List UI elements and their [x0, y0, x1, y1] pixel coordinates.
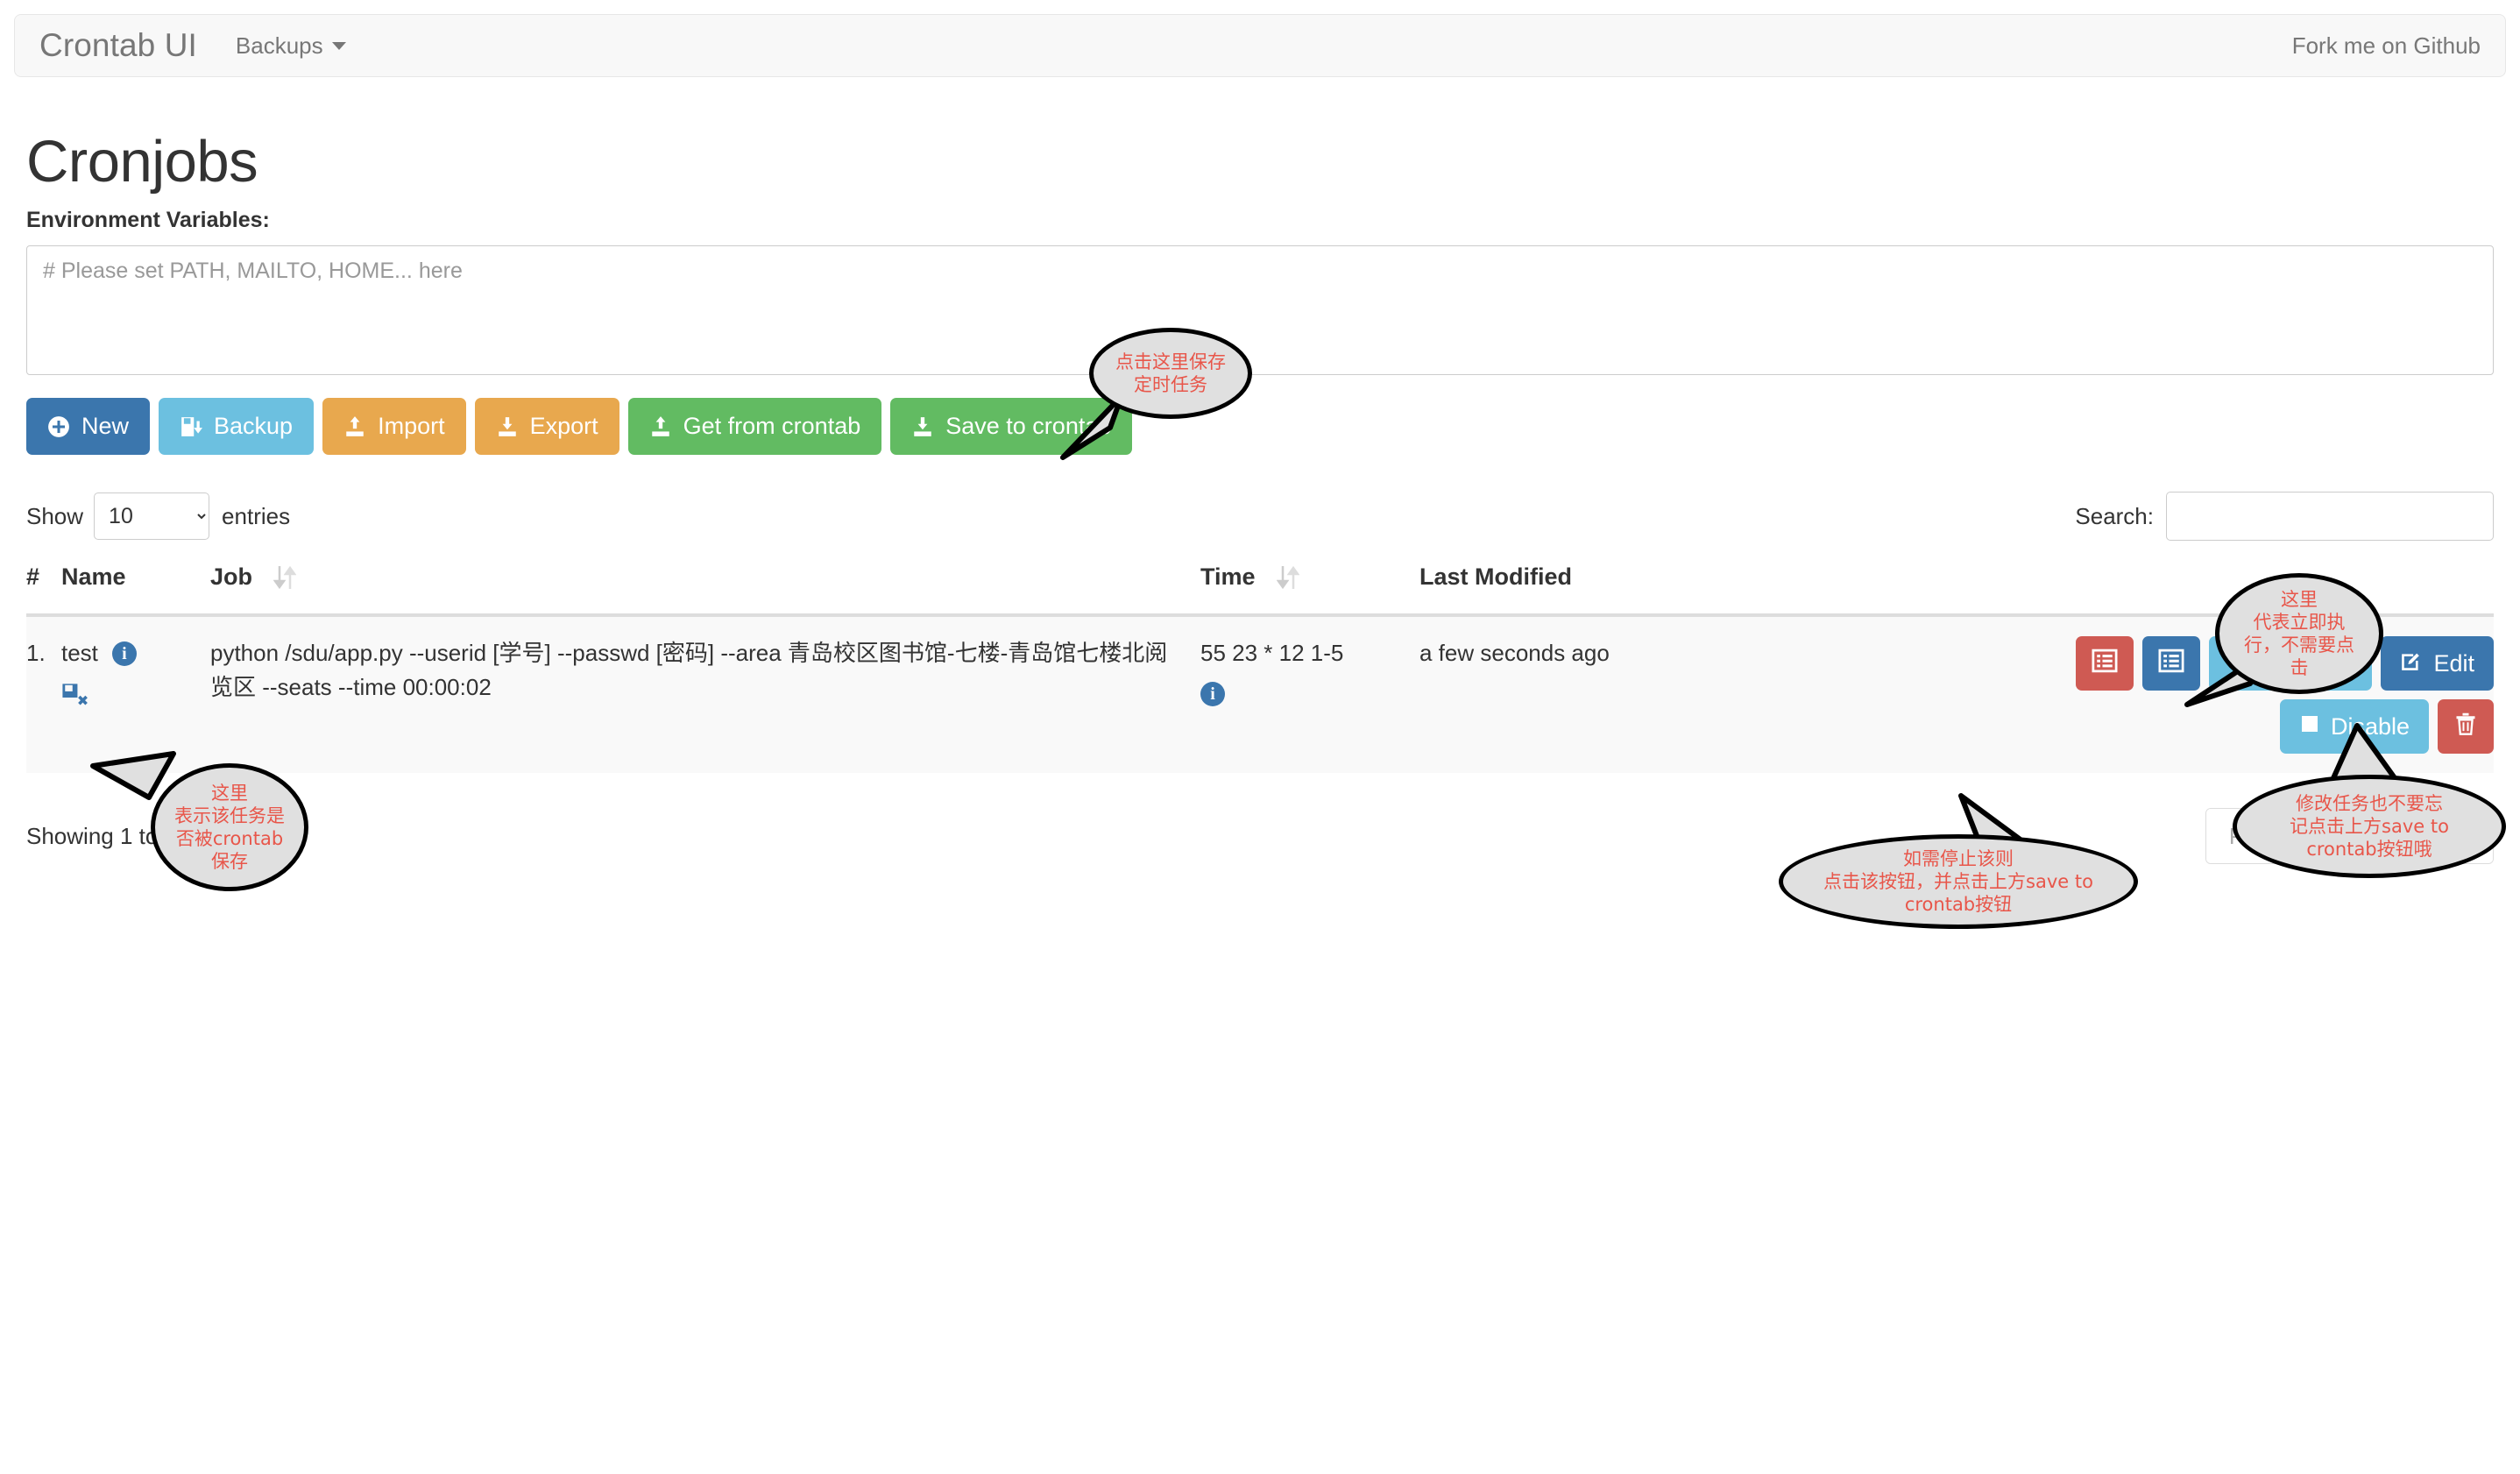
environment-variables-label: Environment Variables:	[26, 208, 2494, 233]
toolbar: New Backup Import Export Get from cronta	[26, 398, 2494, 455]
table-controls: Show 10 entries Search:	[26, 492, 2494, 541]
download-icon	[911, 415, 934, 438]
column-header-job[interactable]: Job	[210, 563, 1200, 615]
table-head: # Name Job Time Last Modifi	[26, 563, 2494, 615]
delete-button[interactable]	[2438, 699, 2494, 754]
import-button[interactable]: Import	[322, 398, 466, 455]
column-header-job-label: Job	[210, 563, 252, 591]
column-header-name: Name	[61, 563, 210, 615]
edit-button[interactable]: Edit	[2381, 636, 2494, 691]
search-input[interactable]	[2166, 492, 2494, 541]
column-header-actions	[1787, 563, 2494, 615]
trash-icon	[2453, 712, 2478, 742]
plus-circle-icon	[47, 415, 70, 438]
annotation-run-now: 这里代表立即执行，不需要点击	[2215, 573, 2383, 694]
column-header-number-label: #	[26, 563, 39, 590]
cron-expression-label: 55 23 * 12 1-5	[1200, 636, 1419, 670]
list-alt-icon	[2092, 648, 2118, 680]
table-body: 1. test i python /sdu/app.py --user	[26, 615, 2494, 773]
upload-icon	[649, 415, 672, 438]
download-icon	[496, 415, 519, 438]
new-button[interactable]: New	[26, 398, 150, 455]
page-title: Cronjobs	[26, 128, 2494, 195]
search-container: Search:	[2075, 492, 2494, 541]
sort-icon[interactable]	[273, 564, 296, 591]
column-header-time-label: Time	[1200, 563, 1256, 591]
table-row: 1. test i python /sdu/app.py --user	[26, 615, 2494, 773]
import-button-label: Import	[378, 413, 445, 440]
show-label: Show	[26, 503, 83, 530]
cell-time: 55 23 * 12 1-5 i	[1200, 615, 1419, 773]
nav-item-backups[interactable]: Backups	[236, 32, 346, 60]
edit-button-label: Edit	[2433, 650, 2474, 677]
fork-on-github-link[interactable]: Fork me on Github	[2292, 32, 2481, 60]
annotation-crontab-flag: 这里表示该任务是否被crontab保存	[151, 763, 308, 891]
main-content: Cronjobs Environment Variables: New Back…	[0, 128, 2520, 864]
get-from-crontab-button-label: Get from crontab	[683, 413, 861, 440]
chevron-down-icon	[332, 42, 346, 50]
cron-time-info-icon[interactable]: i	[1200, 682, 1225, 706]
table-footer: Showing 1 to 1 of 1 entries Previous 1 N…	[26, 808, 2494, 864]
column-header-number: #	[26, 563, 61, 615]
new-button-label: New	[81, 413, 129, 440]
cronjobs-table: # Name Job Time Last Modifi	[26, 563, 2494, 773]
job-info-icon[interactable]: i	[112, 641, 137, 666]
backup-button[interactable]: Backup	[159, 398, 314, 455]
not-saved-to-crontab-icon	[61, 683, 210, 722]
column-header-name-label: Name	[61, 563, 126, 590]
annotation-disable: 如需停止该则点击该按钮，并点击上方save tocrontab按钮	[1779, 834, 2138, 929]
get-from-crontab-button[interactable]: Get from crontab	[628, 398, 882, 455]
brand-link[interactable]: Crontab UI	[39, 27, 197, 64]
entries-per-page-select[interactable]: 10	[94, 493, 209, 540]
export-button[interactable]: Export	[475, 398, 619, 455]
job-name-label: test	[61, 636, 98, 670]
annotation-save-to-crontab: 点击这里保存定时任务	[1089, 328, 1252, 419]
error-log-button[interactable]	[2076, 636, 2134, 691]
column-header-time[interactable]: Time	[1200, 563, 1419, 615]
table-header-row: # Name Job Time Last Modifi	[26, 563, 2494, 615]
column-header-last-modified[interactable]: Last Modified	[1419, 563, 1787, 615]
column-header-last-modified-label: Last Modified	[1419, 563, 1572, 591]
environment-variables-textarea[interactable]	[26, 245, 2494, 375]
search-label: Search:	[2075, 503, 2154, 530]
upload-icon	[343, 415, 366, 438]
navbar: Crontab UI Backups Fork me on Github	[14, 14, 2506, 77]
pencil-square-icon	[2400, 649, 2423, 678]
cell-number: 1.	[26, 615, 61, 773]
nav-item-backups-label: Backups	[236, 32, 323, 60]
annotation-edit: 修改任务也不要忘记点击上方save tocrontab按钮哦	[2233, 775, 2506, 878]
list-alt-icon	[2158, 648, 2184, 680]
cell-last-modified: a few seconds ago	[1419, 615, 1787, 773]
floppy-save-icon	[180, 415, 202, 438]
cell-job: python /sdu/app.py --userid [学号] --passw…	[210, 615, 1200, 773]
entries-label: entries	[222, 503, 290, 530]
export-button-label: Export	[530, 413, 598, 440]
backup-button-label: Backup	[214, 413, 293, 440]
sort-icon[interactable]	[1277, 564, 1299, 591]
